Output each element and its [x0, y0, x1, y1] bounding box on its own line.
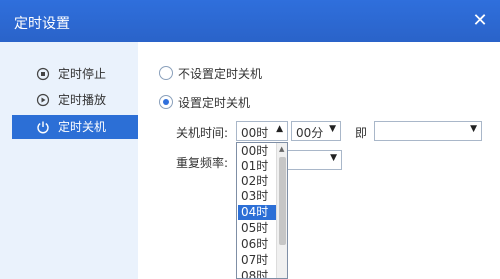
chevron-down-icon: ▼ [470, 124, 477, 134]
stop-clock-icon [36, 67, 50, 81]
hour-select-value: 00时 [241, 126, 269, 140]
sidebar-item-timed-shutdown[interactable]: 定时关机 [12, 115, 138, 139]
window-title: 定时设置 [14, 16, 70, 32]
hour-option[interactable]: 01时 [238, 159, 279, 174]
repeat-label: 重复频率: [176, 156, 229, 170]
hour-option[interactable]: 08时 [238, 269, 279, 278]
sidebar-item-label: 定时停止 [58, 67, 107, 81]
hour-option[interactable]: 07时 [238, 253, 279, 268]
minute-select-value: 00分 [296, 126, 324, 140]
sidebar-item-timed-play[interactable]: 定时播放 [12, 88, 138, 112]
sidebar-item-label: 定时关机 [58, 120, 107, 134]
dropdown-scrollbar[interactable]: ▲ [276, 143, 287, 278]
minute-select[interactable]: 00分 ▼ [291, 121, 341, 141]
sidebar: 定时停止 定时播放 定时关机 [0, 42, 138, 279]
hour-option[interactable]: 05时 [238, 221, 279, 236]
hour-option[interactable]: 06时 [238, 237, 279, 252]
date-select[interactable]: ▼ [374, 121, 482, 141]
scroll-up-icon[interactable]: ▲ [279, 145, 284, 153]
main-panel: 不设置定时关机 设置定时关机 关机时间: 00时 ▲ 00分 ▼ 即 ▼ 重复频… [138, 42, 500, 279]
radio-no-shutdown[interactable] [159, 66, 173, 80]
option-no-shutdown-label: 不设置定时关机 [178, 67, 263, 81]
play-clock-icon [36, 93, 50, 107]
shutdown-time-label: 关机时间: [176, 126, 229, 140]
hour-option-highlighted[interactable]: 04时 [238, 205, 279, 220]
option-set-shutdown-label: 设置定时关机 [178, 96, 251, 110]
radio-selected-dot [163, 99, 169, 105]
hour-option[interactable]: 02时 [238, 174, 279, 189]
hour-select[interactable]: 00时 ▲ [236, 121, 288, 141]
power-icon [37, 121, 49, 134]
hour-option[interactable]: 03时 [238, 189, 279, 204]
chevron-up-icon: ▲ [276, 124, 283, 134]
title-bar: 定时设置 ✕ [0, 0, 500, 42]
separator-label: 即 [355, 126, 368, 140]
scrollbar-thumb[interactable] [279, 157, 286, 245]
sidebar-item-timed-stop[interactable]: 定时停止 [12, 62, 138, 86]
hour-dropdown-list: 00时 01时 02时 03时 04时 05时 06时 07时 08时 ▲ [236, 142, 288, 279]
close-icon[interactable]: ✕ [470, 11, 490, 31]
chevron-down-icon: ▼ [330, 153, 337, 163]
hour-option[interactable]: 00时 [238, 144, 279, 159]
chevron-down-icon: ▼ [329, 124, 336, 134]
sidebar-item-label: 定时播放 [58, 93, 107, 107]
radio-set-shutdown[interactable] [159, 95, 173, 109]
